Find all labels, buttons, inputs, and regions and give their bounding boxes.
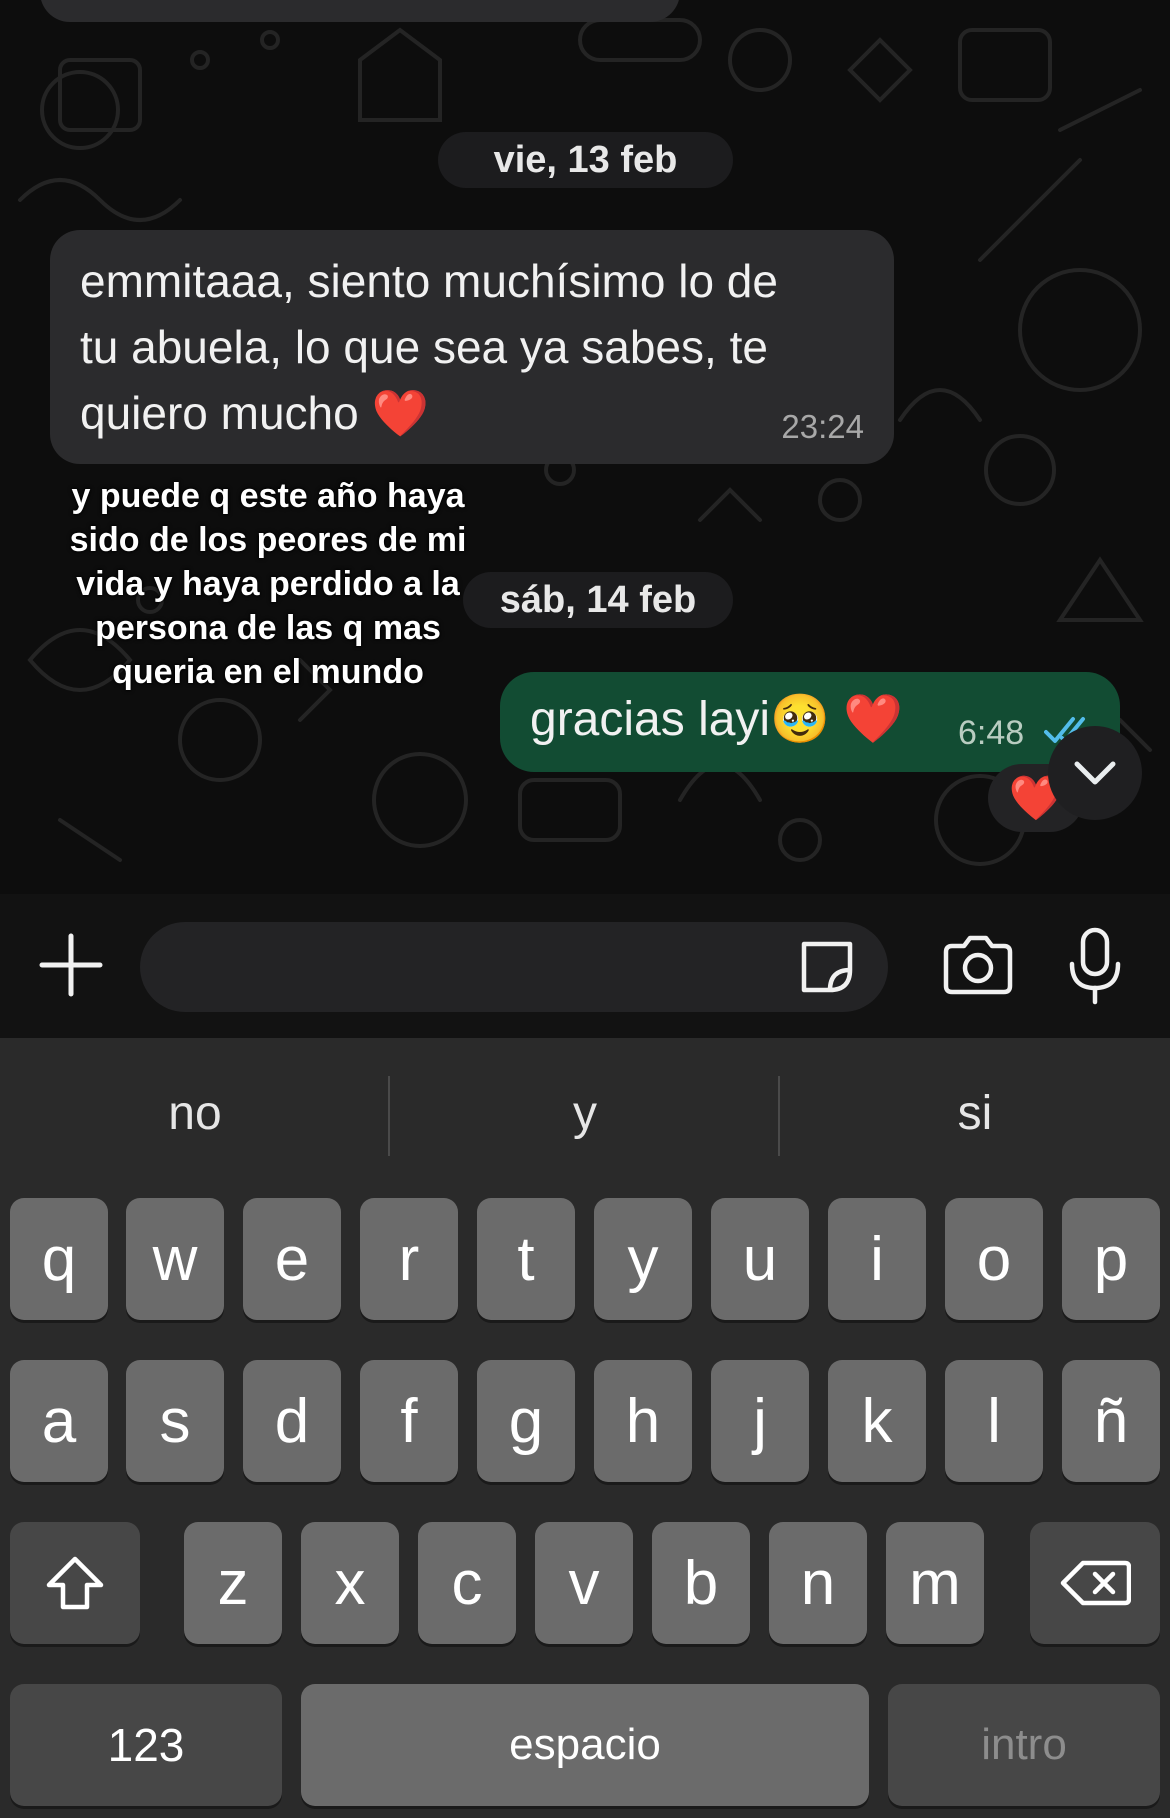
key-s[interactable]: s [126, 1360, 224, 1482]
key-r[interactable]: r [360, 1198, 458, 1320]
message-input-bar [0, 894, 1170, 1038]
key-enye[interactable]: ñ [1062, 1360, 1160, 1482]
return-key[interactable]: intro [888, 1684, 1160, 1806]
key-y[interactable]: y [594, 1198, 692, 1320]
key-l[interactable]: l [945, 1360, 1043, 1482]
shift-key[interactable] [10, 1522, 140, 1644]
key-d[interactable]: d [243, 1360, 341, 1482]
key-x[interactable]: x [301, 1522, 399, 1644]
key-t[interactable]: t [477, 1198, 575, 1320]
incoming-message[interactable]: emmitaaa, siento muchísimo lo de tu abue… [50, 230, 894, 464]
key-f[interactable]: f [360, 1360, 458, 1482]
previous-message-bubble [40, 0, 680, 22]
plus-icon[interactable] [36, 930, 106, 1000]
space-key[interactable]: espacio [301, 1684, 869, 1806]
key-m[interactable]: m [886, 1522, 984, 1644]
suggestion-bar: no y si [0, 1038, 1170, 1198]
suggestion-item[interactable]: si [780, 1086, 1170, 1141]
suggestion-item[interactable]: y [390, 1086, 780, 1141]
key-a[interactable]: a [10, 1360, 108, 1482]
key-k[interactable]: k [828, 1360, 926, 1482]
key-b[interactable]: b [652, 1522, 750, 1644]
heart-emoji: ❤️ [371, 387, 429, 439]
suggestion-item[interactable]: no [0, 1086, 390, 1141]
key-u[interactable]: u [711, 1198, 809, 1320]
message-text: gracias layi🥹 ❤️ [530, 693, 903, 746]
heart-emoji: ❤️ [843, 693, 903, 746]
key-z[interactable]: z [184, 1522, 282, 1644]
pleading-face-emoji: 🥹 [770, 693, 830, 746]
date-separator: vie, 13 feb [438, 132, 733, 188]
key-i[interactable]: i [828, 1198, 926, 1320]
delete-key[interactable] [1030, 1522, 1160, 1644]
microphone-icon[interactable] [1064, 926, 1126, 1006]
message-input[interactable] [140, 922, 888, 1012]
backspace-icon [1060, 1560, 1131, 1606]
date-separator: sáb, 14 feb [463, 572, 733, 628]
key-o[interactable]: o [945, 1198, 1043, 1320]
camera-icon[interactable] [940, 930, 1016, 1000]
key-q[interactable]: q [10, 1198, 108, 1320]
sticker-icon[interactable] [794, 934, 860, 1000]
key-w[interactable]: w [126, 1198, 224, 1320]
key-n[interactable]: n [769, 1522, 867, 1644]
key-c[interactable]: c [418, 1522, 516, 1644]
key-j[interactable]: j [711, 1360, 809, 1482]
message-time: 6:48 [958, 714, 1025, 752]
chevron-down-icon [1074, 761, 1116, 785]
key-p[interactable]: p [1062, 1198, 1160, 1320]
message-text: emmitaaa, siento muchísimo lo de tu abue… [80, 255, 778, 439]
numbers-key[interactable]: 123 [10, 1684, 282, 1806]
key-v[interactable]: v [535, 1522, 633, 1644]
overlay-caption: y puede q este año haya sido de los peor… [69, 477, 467, 691]
outgoing-message[interactable]: gracias layi🥹 ❤️ 6:48 [500, 672, 1120, 772]
chat-area[interactable]: vie, 13 feb emmitaaa, siento muchísimo l… [0, 0, 1170, 894]
shift-icon [46, 1556, 104, 1610]
keyboard: no y si q w e r t y u i o p a s d f g h … [0, 1038, 1170, 1818]
key-h[interactable]: h [594, 1360, 692, 1482]
message-time: 23:24 [781, 408, 864, 445]
key-g[interactable]: g [477, 1360, 575, 1482]
scroll-to-bottom-button[interactable] [1048, 726, 1142, 820]
key-e[interactable]: e [243, 1198, 341, 1320]
